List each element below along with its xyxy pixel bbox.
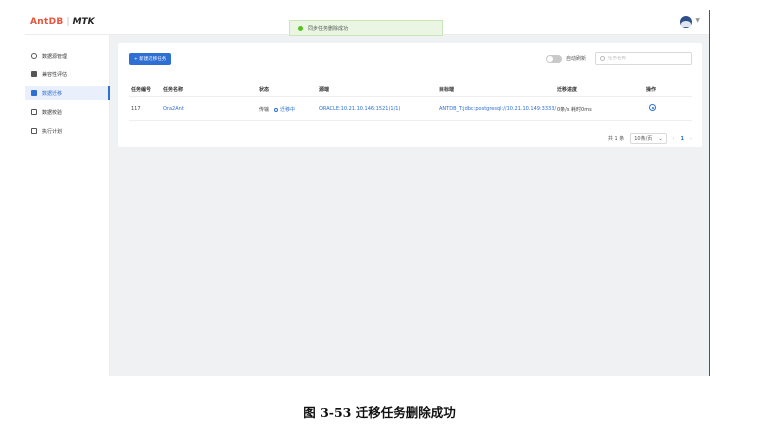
- view-detail-icon[interactable]: [649, 104, 656, 111]
- table-row: 117 Ora2Ant 传输 迁移中 ORACLE:10.21.10.146:15…: [129, 97, 692, 121]
- sidebar-item-datasource[interactable]: 数据源管理: [25, 49, 110, 63]
- sidebar-item-label: 执行计划: [42, 128, 63, 135]
- source-endpoint: ORACLE:10.21.10.146:1521(1/1): [319, 106, 401, 112]
- target-endpoint: ANTDB_T:jdbc:postgresql://10.21.10.149:3…: [439, 106, 557, 112]
- search-input[interactable]: [608, 56, 688, 61]
- success-toast: 同步任务删除成功: [289, 20, 443, 36]
- page-size-select[interactable]: 10条/页 ⌄: [630, 133, 667, 144]
- app-screenshot: AntDB | MTK ▼ 同步任务删除成功 数据源管理 兼容性评估 数据迁移 …: [25, 10, 710, 376]
- task-id: 117: [131, 106, 141, 112]
- task-state: 传输 迁移中: [259, 106, 295, 113]
- add-migration-task-button[interactable]: + 新建迁移任务: [129, 53, 172, 65]
- column-header: 任务名称: [163, 87, 184, 93]
- column-header: 目标端: [439, 87, 455, 93]
- app-logo[interactable]: AntDB | MTK: [30, 17, 95, 27]
- sidebar-item-compat[interactable]: 兼容性评估: [25, 67, 110, 81]
- chevron-down-icon: ⌄: [658, 135, 663, 142]
- column-header: 状态: [259, 87, 270, 93]
- task-name-link[interactable]: Ora2Ant: [163, 106, 184, 112]
- sidebar-item-migration[interactable]: 数据迁移: [25, 86, 110, 100]
- migration-progress: 0条/s 耗时0ms: [557, 107, 592, 113]
- document-icon: [31, 71, 37, 77]
- table-header: 任务编号 任务名称 状态 源端 目标端 迁移进度 操作: [129, 81, 692, 97]
- next-page-button[interactable]: ›: [690, 136, 692, 142]
- column-header: 操作: [646, 87, 657, 93]
- sidebar-item-verify[interactable]: 数据校验: [25, 105, 110, 119]
- success-icon: [298, 25, 303, 31]
- frame-border: [709, 10, 710, 376]
- loading-icon: [274, 107, 279, 112]
- logo-divider: |: [66, 17, 70, 27]
- prev-page-button[interactable]: ‹: [673, 136, 675, 142]
- search-icon: [600, 56, 605, 61]
- auto-refresh-label: 自动刷新: [566, 56, 587, 62]
- total-count: 共 1 条: [607, 136, 625, 142]
- database-icon: [31, 53, 37, 59]
- task-list-card: + 新建迁移任务 自动刷新 任务编号 任务名称 状态 源端 目标端 迁移进度 操…: [118, 43, 702, 147]
- calendar-icon: [31, 128, 37, 134]
- sidebar-item-label: 数据校验: [42, 109, 63, 116]
- sidebar-item-label: 数据源管理: [42, 53, 68, 60]
- page-size-value: 10条/页: [634, 136, 653, 142]
- sidebar-item-plan[interactable]: 执行计划: [25, 124, 110, 138]
- column-header: 任务编号: [131, 87, 152, 93]
- toast-message: 同步任务删除成功: [308, 25, 349, 32]
- column-header: 迁移进度: [557, 87, 578, 93]
- pagination: 共 1 条 10条/页 ⌄ ‹ 1 ›: [608, 133, 692, 144]
- chevron-down-icon[interactable]: ▼: [695, 17, 700, 24]
- auto-refresh-toggle[interactable]: [546, 55, 562, 63]
- folder-icon: [31, 90, 37, 96]
- task-search[interactable]: [595, 52, 692, 65]
- sidebar: 数据源管理 兼容性评估 数据迁移 数据校验 执行计划: [25, 35, 110, 376]
- current-page[interactable]: 1: [681, 136, 684, 142]
- user-avatar[interactable]: [680, 16, 692, 28]
- check-icon: [31, 109, 37, 115]
- figure-caption: 图 3-53 迁移任务删除成功: [303, 405, 456, 420]
- sidebar-item-label: 数据迁移: [42, 90, 63, 97]
- column-header: 源端: [319, 87, 330, 93]
- state-value: 迁移中: [280, 107, 296, 113]
- state-label: 传输: [259, 107, 270, 113]
- logo-product: MTK: [72, 17, 95, 27]
- logo-brand: AntDB: [30, 17, 64, 27]
- sidebar-item-label: 兼容性评估: [42, 71, 68, 78]
